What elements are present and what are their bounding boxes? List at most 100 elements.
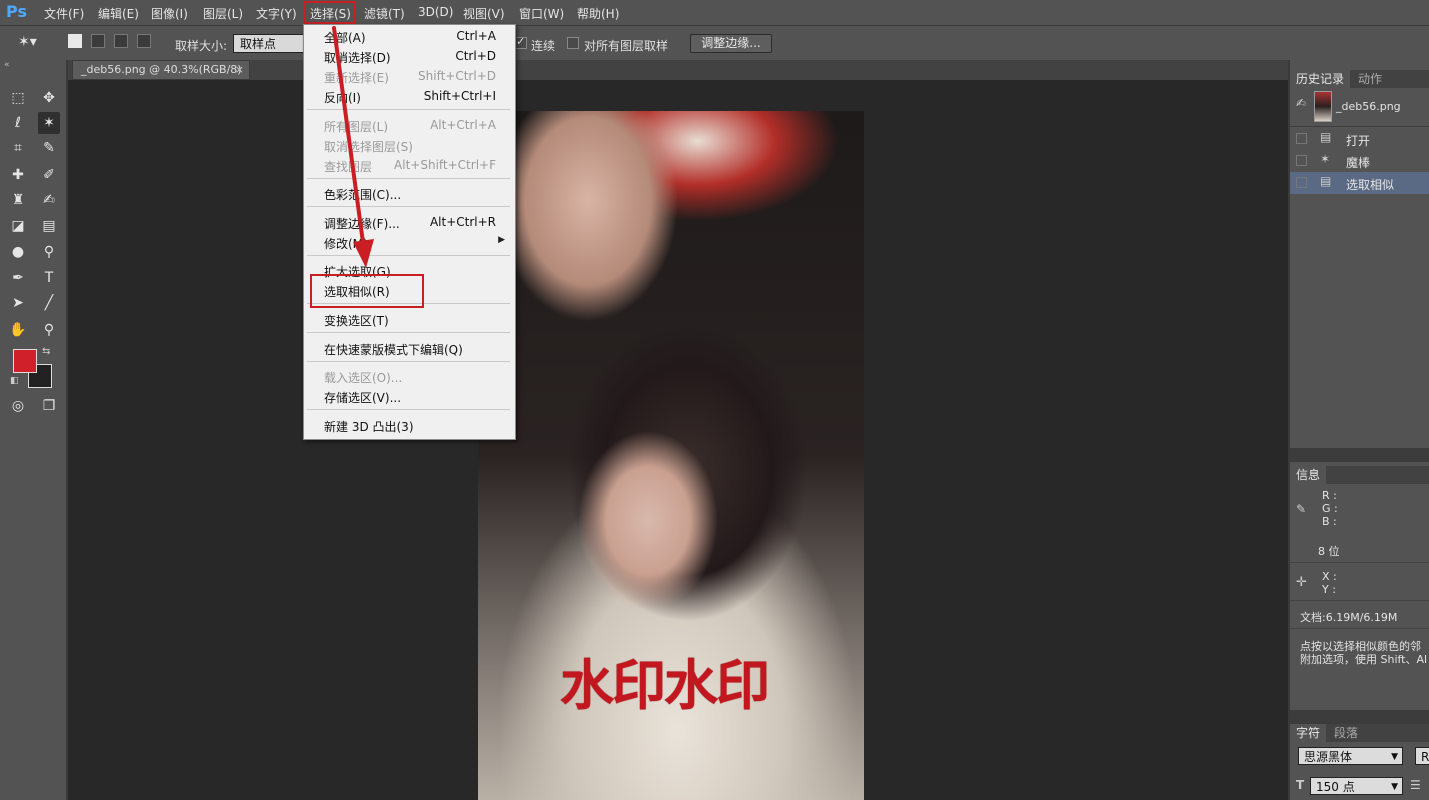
info-panel-tabbar: 信息 [1290,466,1429,484]
tab-paragraph[interactable]: 段落 [1328,724,1364,742]
add-selection-mode[interactable] [91,34,105,48]
magic-wand-icon: ✶ [1320,152,1331,166]
history-step-open[interactable]: ▤ 打开 [1290,128,1429,150]
info-doc-size: 文档:6.19M/6.19M [1300,611,1398,624]
menu-filter[interactable]: 滤镜(T) [364,5,405,21]
quick-mask-icon[interactable]: ◎ [7,395,29,417]
menu-image[interactable]: 图像(I) [151,5,188,21]
sample-size-label: 取样大小: [175,39,228,53]
crop-icon[interactable]: ⌗ [7,137,29,159]
info-hint-line2: 附加选项，使用 Shift、Al [1300,653,1428,666]
tab-character[interactable]: 字符 [1290,724,1327,742]
tab-history[interactable]: 历史记录 [1290,70,1351,88]
line-icon[interactable]: ╱ [38,292,60,314]
screen-mode-icon[interactable]: ❐ [38,395,60,417]
tools-panel: « ⬚ ✥ ℓ ✶ ⌗ ✎ ✚ ✐ ♜ ✍ ◪ ▤ ● ⚲ ✒ T ➤ ╱ ✋ … [0,60,68,800]
document-canvas[interactable]: 水印水印 [478,111,864,800]
document-icon: ▤ [1320,130,1332,144]
history-brush-source-icon[interactable]: ✍ [1296,96,1306,110]
menu-help[interactable]: 帮助(H) [577,5,619,21]
hand-icon[interactable]: ✋ [7,319,29,341]
tab-info[interactable]: 信息 [1290,466,1327,484]
eyedropper-icon: ✎ [1296,502,1307,516]
menu-edit[interactable]: 编辑(E) [98,5,139,21]
history-checkbox[interactable] [1296,177,1307,188]
collapse-chevron-icon[interactable]: « [4,60,10,70]
sample-all-layers-checkbox[interactable] [567,37,579,49]
document-tab[interactable]: _deb56.png @ 40.3%(RGB/8) × [72,60,250,80]
submenu-arrow-icon: ▶ [498,235,505,245]
font-family-select[interactable]: 思源黑体 ▼ [1298,747,1403,765]
dodge-icon[interactable]: ⚲ [38,241,60,263]
zoom-icon[interactable]: ⚲ [38,319,60,341]
gradient-icon[interactable]: ▤ [38,215,60,237]
close-icon[interactable]: × [235,61,244,79]
healing-brush-icon[interactable]: ✚ [7,164,29,186]
document-tab-bar [68,60,1288,80]
magic-wand-icon[interactable]: ✶ [38,112,60,134]
menu-item-save-selection[interactable]: 存储选区(V)... [304,386,513,406]
leading-icon: ☰ [1410,778,1421,792]
sample-all-layers-label: 对所有图层取样 [584,39,669,53]
eraser-icon[interactable]: ◪ [7,215,29,237]
history-panel-tabbar: 历史记录 动作 [1290,70,1429,88]
annotation-arrow-icon [332,26,374,268]
history-step-similar[interactable]: ▤ 选取相似 [1290,172,1429,194]
menu-item-quick-mask[interactable]: 在快速蒙版模式下编辑(Q) [304,338,513,358]
font-style-select[interactable]: Re [1415,747,1429,765]
tool-preset-magic-wand-icon[interactable]: ✶▾ [18,34,52,54]
tab-actions[interactable]: 动作 [1352,70,1388,88]
menu-item-new-3d-extrusion[interactable]: 新建 3D 凸出(3) [304,415,513,435]
swap-colors-icon[interactable]: ⇆ [42,346,50,357]
menu-file[interactable]: 文件(F) [44,5,84,21]
menu-type[interactable]: 文字(Y) [256,5,297,21]
path-selection-icon[interactable]: ➤ [7,292,29,314]
options-bar: ✶▾ 取样大小: 取样点 连续 对所有图层取样 调整边缘... [0,25,1429,62]
chevron-down-icon: ▼ [1391,782,1398,792]
font-size-icon: T [1296,778,1305,792]
panel-gap [1290,710,1429,724]
menu-view[interactable]: 视图(V) [463,5,505,21]
info-divider [1290,628,1429,629]
chevron-down-icon: ▼ [1391,752,1398,762]
clone-stamp-icon[interactable]: ♜ [7,189,29,211]
panel-gap [1290,448,1429,462]
subtract-selection-mode[interactable] [114,34,128,48]
right-panel-dock: 历史记录 动作 ✍ _deb56.png ▤ 打开 ✶ 魔棒 ▤ 选取相似 信息 ✎ … [1288,60,1429,800]
crosshair-icon: ✛ [1296,575,1307,590]
history-checkbox[interactable] [1296,133,1307,144]
history-step-magic-wand[interactable]: ✶ 魔棒 [1290,150,1429,172]
intersect-selection-mode[interactable] [137,34,151,48]
info-g: G : [1322,502,1338,515]
info-y: Y : [1322,583,1336,596]
text-icon[interactable]: T [38,267,60,289]
menu-bar: Ps 文件(F) 编辑(E) 图像(I) 图层(L) 文字(Y) 选择(S) 滤… [0,0,1429,25]
contiguous-label: 连续 [531,39,556,53]
menu-layer[interactable]: 图层(L) [203,5,243,21]
default-colors-icon[interactable]: ◧ [10,376,19,386]
menu-separator [307,361,510,362]
menu-window[interactable]: 窗口(W) [519,5,564,21]
menu-separator [307,332,510,333]
blur-icon[interactable]: ● [7,241,29,263]
move-icon[interactable]: ✥ [38,87,60,109]
photoshop-logo-icon: Ps [6,2,27,21]
new-selection-mode[interactable] [68,34,82,48]
contiguous-checkbox[interactable] [515,35,527,49]
sample-size-select[interactable]: 取样点 [233,34,305,53]
character-panel-tabbar: 字符 段落 [1290,724,1429,742]
foreground-color-swatch[interactable] [13,349,37,373]
menu-3d[interactable]: 3D(D) [418,5,453,21]
eyedropper-icon[interactable]: ✎ [38,137,60,159]
marquee-icon[interactable]: ⬚ [7,87,29,109]
history-brush-icon[interactable]: ✍ [38,189,60,211]
pen-icon[interactable]: ✒ [7,267,29,289]
menu-item-load-selection[interactable]: 载入选区(O)... [304,366,513,386]
brush-icon[interactable]: ✐ [38,164,60,186]
history-checkbox[interactable] [1296,155,1307,166]
font-size-select[interactable]: 150 点 ▼ [1310,777,1403,795]
snapshot-thumbnail[interactable] [1314,91,1332,122]
menu-item-transform-selection[interactable]: 变换选区(T) [304,309,513,329]
refine-edge-button[interactable]: 调整边缘... [690,34,772,53]
lasso-icon[interactable]: ℓ [7,112,29,134]
